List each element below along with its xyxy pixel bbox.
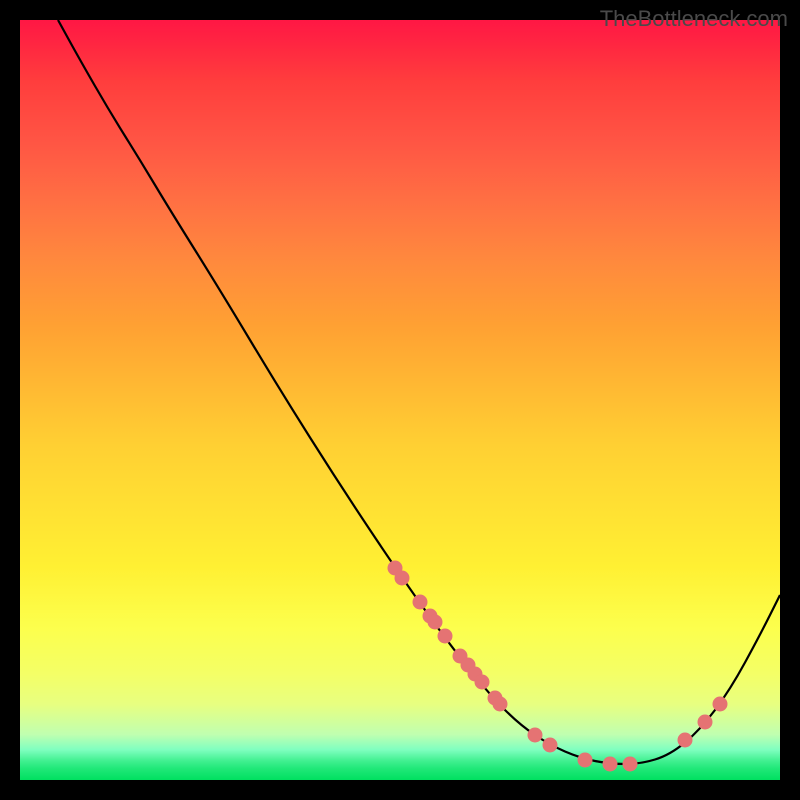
scatter-dot — [528, 728, 543, 743]
scatter-dot — [413, 595, 428, 610]
scatter-group — [388, 561, 728, 772]
scatter-dot — [395, 571, 410, 586]
scatter-dot — [578, 753, 593, 768]
scatter-dot — [623, 757, 638, 772]
scatter-dot — [428, 615, 443, 630]
scatter-dot — [438, 629, 453, 644]
scatter-dot — [543, 738, 558, 753]
watermark-text: TheBottleneck.com — [600, 6, 788, 32]
scatter-dot — [603, 757, 618, 772]
bottleneck-curve — [58, 20, 780, 764]
scatter-dot — [698, 715, 713, 730]
chart-svg — [20, 20, 780, 780]
scatter-dot — [678, 733, 693, 748]
scatter-dot — [475, 675, 490, 690]
scatter-dot — [493, 697, 508, 712]
scatter-dot — [713, 697, 728, 712]
chart-container — [20, 20, 780, 780]
